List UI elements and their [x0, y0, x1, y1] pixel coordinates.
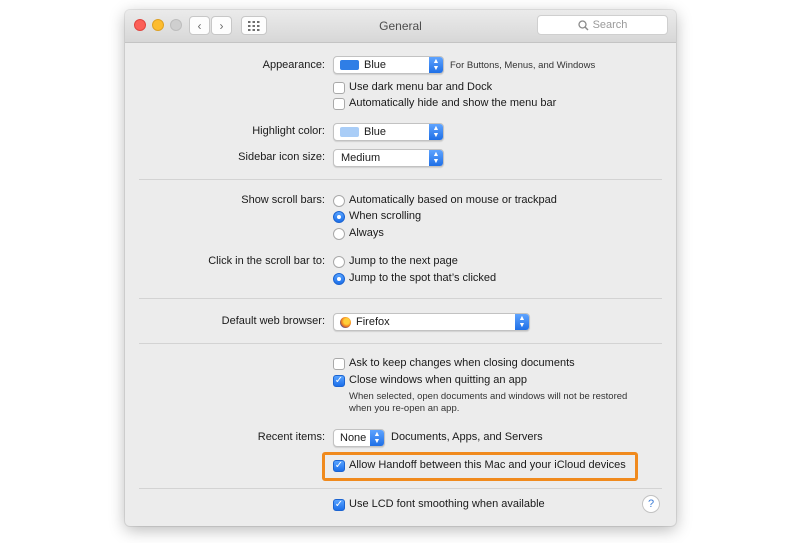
scroll-bars-label: Show scroll bars:: [241, 194, 325, 206]
popup-arrows-icon: ▲ ▼: [429, 57, 443, 73]
help-button[interactable]: ?: [642, 495, 660, 513]
search-icon: [577, 19, 589, 30]
handoff-label: Allow Handoff between this Mac and your …: [349, 459, 626, 471]
auto-hide-menu-checkbox[interactable]: [333, 98, 345, 110]
appearance-note: For Buttons, Menus, and Windows: [450, 60, 596, 71]
close-windows-note-line1: When selected, open documents and window…: [349, 391, 628, 402]
scroll-auto-radio[interactable]: [333, 195, 345, 207]
ask-keep-changes-label: Ask to keep changes when closing documen…: [349, 357, 575, 369]
checkmark-icon: ✓: [334, 460, 344, 471]
recent-items-label: Recent items:: [257, 431, 325, 443]
default-browser-value: Firefox: [356, 316, 390, 328]
lcd-smoothing-label: Use LCD font smoothing when available: [349, 498, 545, 510]
firefox-icon: [340, 317, 351, 328]
popup-arrows-icon: ▲ ▼: [370, 430, 384, 446]
highlight-color-value: Blue: [364, 126, 387, 138]
sidebar-icon-size-label: Sidebar icon size:: [238, 151, 325, 163]
jump-to-spot-radio[interactable]: [333, 273, 345, 285]
highlight-color-label: Highlight color:: [252, 125, 325, 137]
checkmark-icon: ✓: [334, 499, 344, 510]
popup-arrows-icon: ▲ ▼: [429, 124, 443, 140]
dark-menu-checkbox[interactable]: [333, 82, 345, 94]
popup-arrows-icon: ▲ ▼: [515, 314, 529, 330]
scroll-always-radio[interactable]: [333, 228, 345, 240]
system-preferences-window: ‹ › General Search Appearance: Blue ▲ ▼ …: [125, 10, 676, 526]
ask-keep-changes-checkbox[interactable]: [333, 358, 345, 370]
jump-to-spot-label: Jump to the spot that’s clicked: [349, 272, 497, 284]
appearance-label: Appearance:: [262, 59, 325, 71]
handoff-checkbox[interactable]: ✓: [333, 460, 345, 472]
title-bar: ‹ › General Search: [125, 10, 676, 43]
scroll-auto-label: Automatically based on mouse or trackpad: [349, 194, 557, 206]
separator: [139, 298, 662, 299]
scroll-click-label: Click in the scroll bar to:: [208, 255, 325, 267]
lcd-smoothing-checkbox[interactable]: ✓: [333, 499, 345, 511]
sidebar-icon-size-popup[interactable]: Medium ▲ ▼: [333, 149, 444, 167]
help-icon: ?: [647, 498, 655, 510]
separator: [139, 488, 662, 489]
jump-next-page-radio[interactable]: [333, 256, 345, 268]
highlight-swatch: [340, 127, 359, 137]
close-windows-checkbox[interactable]: ✓: [333, 375, 345, 387]
highlight-color-popup[interactable]: Blue ▲ ▼: [333, 123, 444, 141]
separator: [139, 179, 662, 180]
sidebar-icon-size-value: Medium: [341, 152, 381, 164]
auto-hide-menu-label: Automatically hide and show the menu bar: [349, 97, 557, 109]
search-field[interactable]: Search: [537, 15, 668, 35]
recent-items-popup[interactable]: None ▲ ▼: [333, 429, 385, 447]
recent-items-suffix: Documents, Apps, and Servers: [391, 431, 543, 443]
scroll-always-label: Always: [349, 227, 384, 239]
appearance-value: Blue: [364, 59, 387, 71]
appearance-popup[interactable]: Blue ▲ ▼: [333, 56, 444, 74]
jump-next-page-label: Jump to the next page: [349, 255, 458, 267]
popup-arrows-icon: ▲ ▼: [429, 150, 443, 166]
search-placeholder: Search: [592, 19, 628, 31]
close-windows-note-line2: when you re-open an app.: [349, 403, 460, 414]
checkmark-icon: ✓: [334, 375, 344, 386]
default-browser-label: Default web browser:: [221, 315, 325, 327]
default-browser-popup[interactable]: Firefox ▲ ▼: [333, 313, 530, 331]
close-windows-label: Close windows when quitting an app: [349, 374, 527, 386]
scroll-when-scrolling-radio[interactable]: [333, 211, 345, 223]
recent-items-value: None: [340, 432, 367, 444]
scroll-when-scrolling-label: When scrolling: [349, 210, 422, 222]
appearance-swatch: [340, 60, 359, 70]
separator: [139, 343, 662, 344]
dark-menu-label: Use dark menu bar and Dock: [349, 81, 493, 93]
